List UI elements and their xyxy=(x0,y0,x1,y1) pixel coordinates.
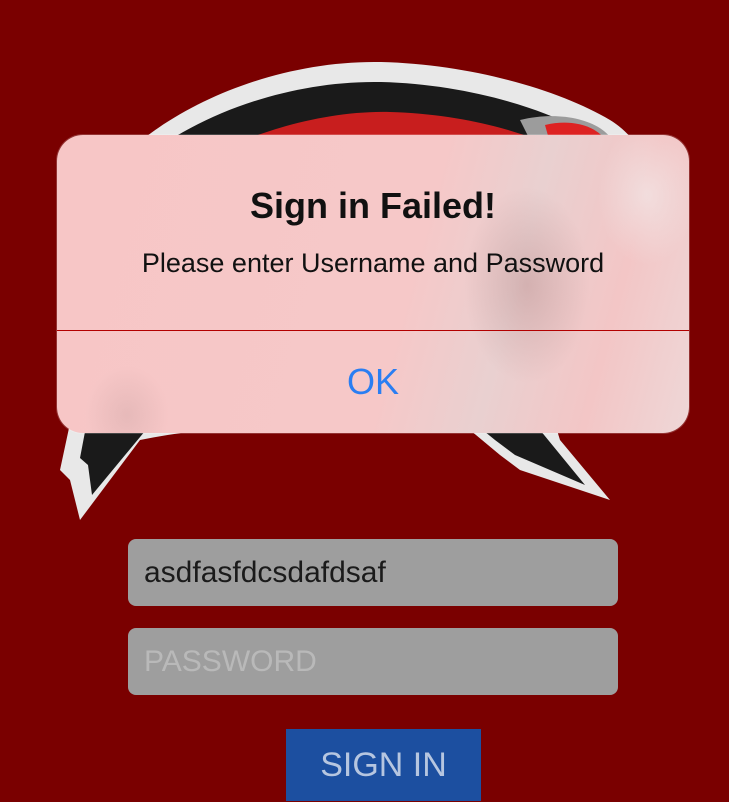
sign-in-failed-alert: Sign in Failed! Please enter Username an… xyxy=(57,135,689,433)
alert-ok-button[interactable]: OK xyxy=(57,331,689,433)
alert-title: Sign in Failed! xyxy=(249,185,496,226)
login-screen: asdfasfdcsdafdsaf PASSWORD SIGN IN Sign … xyxy=(0,0,729,808)
alert-message: Please enter Username and Password xyxy=(141,248,605,278)
